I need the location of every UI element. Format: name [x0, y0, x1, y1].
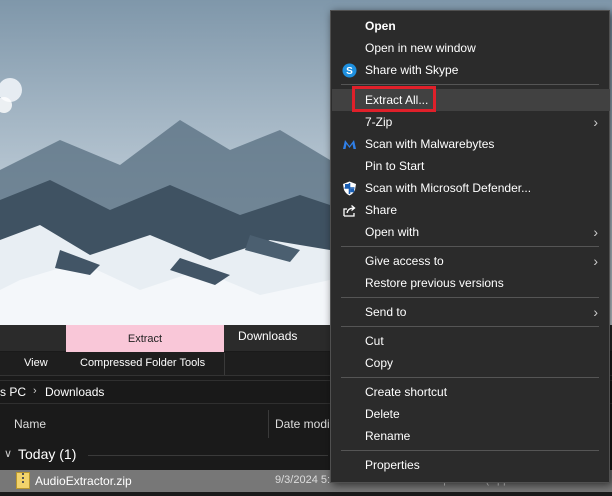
menu-item-label: Open in new window	[365, 41, 476, 55]
menu-separator	[341, 326, 599, 327]
menu-item-label: Pin to Start	[365, 159, 425, 173]
group-divider	[88, 455, 328, 456]
menu-item-restore-previous[interactable]: Restore previous versions	[332, 272, 610, 294]
menu-item-share-skype[interactable]: S Share with Skype	[332, 59, 610, 81]
menu-item-label: Copy	[365, 356, 394, 370]
menu-item-open-new-window[interactable]: Open in new window	[332, 37, 610, 59]
menu-item-label: Delete	[365, 407, 400, 421]
menu-item-label: Restore previous versions	[365, 276, 504, 290]
ribbon-divider	[224, 353, 225, 375]
tab-extract[interactable]: Extract	[66, 325, 224, 352]
menu-separator	[341, 246, 599, 247]
menu-item-delete[interactable]: Delete	[332, 403, 610, 425]
tab-extract-label: Extract	[127, 332, 163, 345]
tab-view[interactable]: View	[24, 357, 48, 369]
menu-item-label: 7-Zip	[365, 115, 393, 129]
menu-item-label: Rename	[365, 429, 411, 443]
share-icon	[343, 204, 356, 217]
menu-item-scan-malwarebytes[interactable]: Scan with Malwarebytes	[332, 133, 610, 155]
column-divider[interactable]	[268, 410, 269, 438]
tab-compressed-folder-tools[interactable]: Compressed Folder Tools	[80, 357, 205, 369]
tab-downloads[interactable]: Downloads	[238, 329, 297, 343]
menu-item-label: Give access to	[365, 254, 444, 268]
menu-separator	[341, 84, 599, 85]
menu-item-open-with[interactable]: Open with ›	[332, 221, 610, 243]
group-collapse-icon[interactable]: ∨	[4, 447, 12, 460]
menu-item-7zip[interactable]: 7-Zip ›	[332, 111, 610, 133]
menu-item-copy[interactable]: Copy	[332, 352, 610, 374]
group-header-today[interactable]: Today (1)	[18, 446, 76, 462]
menu-item-label: Open	[365, 19, 396, 33]
menu-item-label: Share	[365, 203, 398, 217]
menu-item-pin-start[interactable]: Pin to Start	[332, 155, 610, 177]
menu-item-create-shortcut[interactable]: Create shortcut	[332, 381, 610, 403]
menu-item-label: Open with	[365, 225, 420, 239]
menu-item-label: Properties	[365, 458, 420, 472]
menu-item-label: Scan with Malwarebytes	[365, 137, 495, 151]
menu-item-share[interactable]: Share	[332, 199, 610, 221]
submenu-arrow-icon: ›	[593, 224, 598, 240]
menu-item-open[interactable]: Open	[332, 15, 610, 37]
menu-item-properties[interactable]: Properties	[332, 454, 610, 476]
malwarebytes-icon	[343, 139, 356, 149]
column-header-date-modified[interactable]: Date modi	[275, 417, 330, 431]
menu-separator	[341, 450, 599, 451]
menu-item-cut[interactable]: Cut	[332, 330, 610, 352]
menu-item-label: Share with Skype	[365, 63, 459, 77]
menu-item-label: Send to	[365, 305, 407, 319]
skype-icon: S	[342, 63, 357, 77]
menu-item-label: Cut	[365, 334, 384, 348]
menu-item-send-to[interactable]: Send to ›	[332, 301, 610, 323]
submenu-arrow-icon: ›	[593, 253, 598, 269]
menu-separator	[341, 297, 599, 298]
defender-shield-icon	[343, 181, 356, 195]
breadcrumb-downloads[interactable]: Downloads	[45, 385, 104, 399]
menu-separator	[341, 377, 599, 378]
zip-folder-icon	[16, 472, 30, 489]
svg-text:S: S	[346, 66, 353, 77]
menu-item-label: Scan with Microsoft Defender...	[365, 181, 532, 195]
menu-item-rename[interactable]: Rename	[332, 425, 610, 447]
breadcrumb-chevron-icon[interactable]: ›	[33, 385, 37, 397]
file-name[interactable]: AudioExtractor.zip	[35, 474, 132, 488]
submenu-arrow-icon: ›	[593, 114, 598, 130]
menu-item-give-access[interactable]: Give access to ›	[332, 250, 610, 272]
context-menu: Open Open in new window S Share with Sky…	[330, 10, 610, 483]
breadcrumb-this-pc[interactable]: s PC	[0, 385, 26, 399]
column-header-name[interactable]: Name	[14, 417, 46, 431]
menu-item-label: Create shortcut	[365, 385, 448, 399]
menu-item-scan-defender[interactable]: Scan with Microsoft Defender...	[332, 177, 610, 199]
annotation-highlight-box	[352, 86, 436, 112]
submenu-arrow-icon: ›	[593, 304, 598, 320]
